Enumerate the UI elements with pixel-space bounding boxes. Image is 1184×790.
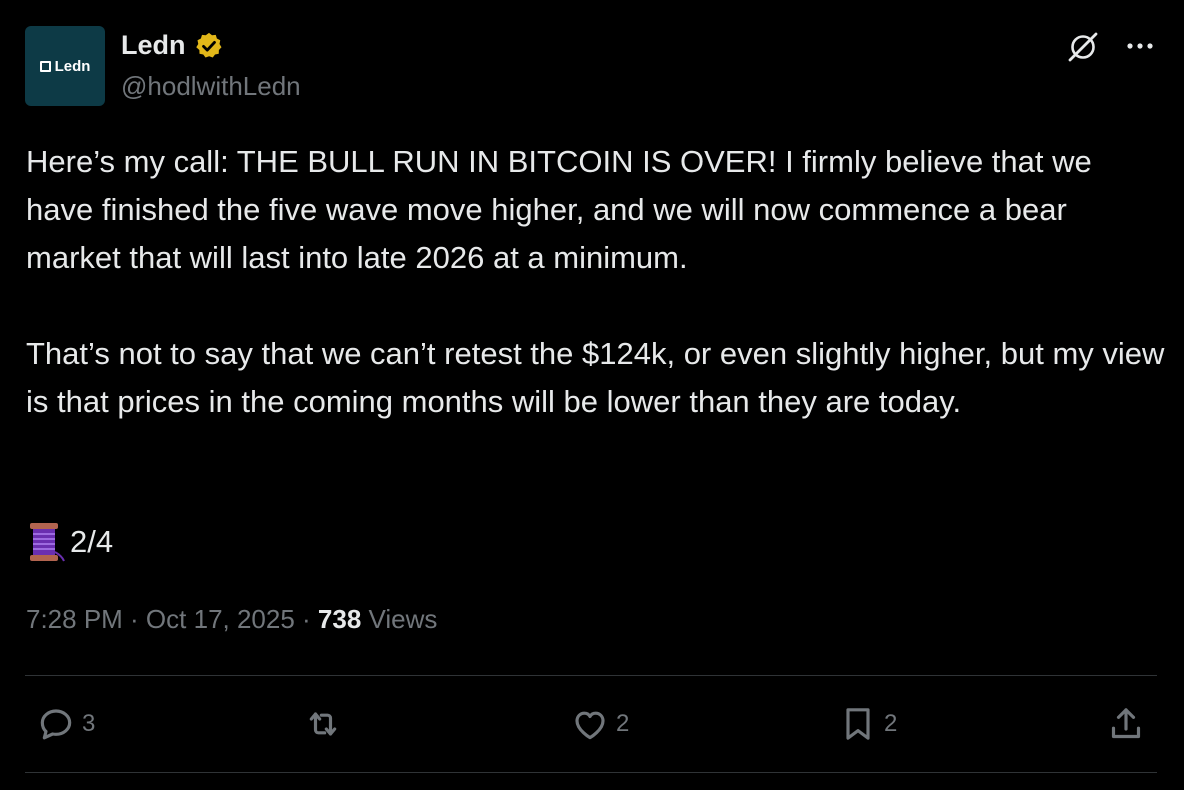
avatar[interactable]: Ledn — [25, 26, 105, 106]
divider — [25, 675, 1157, 676]
author-name[interactable]: Ledn — [121, 30, 224, 61]
ledn-logo-icon — [39, 60, 51, 72]
reply-count: 3 — [82, 710, 96, 737]
tweet-body: Here’s my call: THE BULL RUN IN BITCOIN … — [26, 138, 1166, 426]
thread-counter: 2/4 — [26, 520, 113, 564]
display-name-text[interactable]: Ledn — [121, 30, 186, 61]
like-count: 2 — [616, 710, 630, 737]
like-icon — [575, 711, 605, 740]
views-label: Views — [361, 604, 438, 634]
bookmark-icon — [846, 708, 870, 740]
author-handle[interactable]: @hodlwithLedn — [121, 71, 301, 102]
avatar-text: Ledn — [54, 57, 91, 75]
grok-icon[interactable] — [1066, 30, 1100, 64]
share-icon — [1111, 708, 1141, 739]
timestamp[interactable]: 7:28 PM · Oct 17, 2025 · — [26, 604, 318, 634]
more-icon[interactable] — [1126, 42, 1154, 50]
bookmark-count: 2 — [884, 710, 898, 737]
tweet-card: Ledn Ledn @hodlwithLedn Here’s my call: … — [0, 0, 1184, 790]
divider — [25, 772, 1157, 773]
repost-icon — [309, 712, 337, 736]
tweet-meta: 7:28 PM · Oct 17, 2025 · 738 Views — [26, 604, 437, 635]
repost-button[interactable] — [303, 704, 349, 744]
spool-of-thread-icon — [30, 523, 65, 562]
verified-badge-icon[interactable] — [194, 31, 224, 61]
like-button[interactable]: 2 — [570, 704, 629, 744]
tweet-paragraph: Here’s my call: THE BULL RUN IN BITCOIN … — [26, 144, 1092, 275]
thread-counter-text: 2/4 — [70, 524, 114, 559]
tweet-paragraph: That’s not to say that we can’t retest t… — [26, 336, 1165, 419]
reply-button[interactable]: 3 — [36, 704, 95, 744]
views-count: 738 — [317, 604, 362, 634]
bookmark-button[interactable]: 2 — [838, 704, 897, 744]
reply-icon — [40, 709, 72, 740]
share-button[interactable] — [1106, 704, 1146, 744]
